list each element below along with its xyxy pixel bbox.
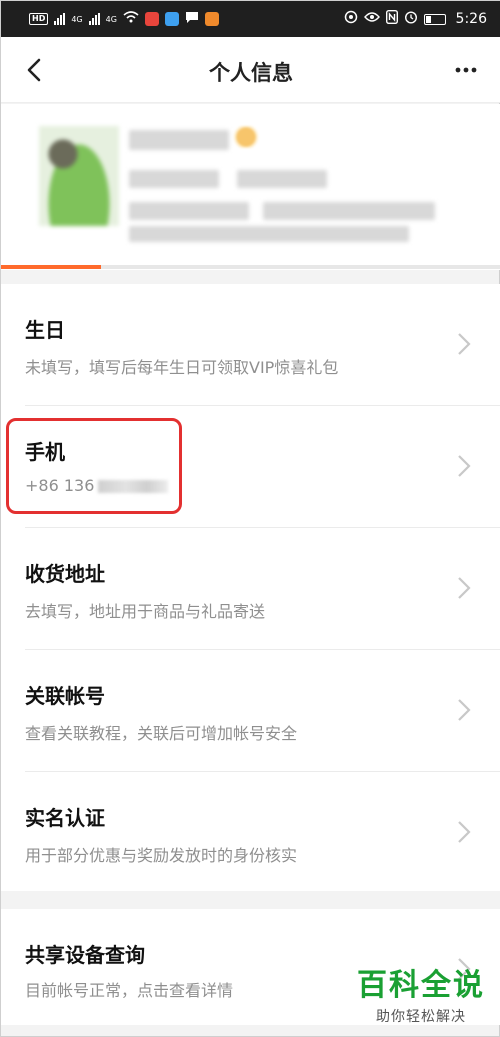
message-icon — [185, 11, 199, 28]
hd-badge: HD — [29, 13, 49, 25]
watermark-subtitle: 助你轻松解决 — [376, 1009, 466, 1025]
list-item-linked-accounts[interactable]: 关联帐号 查看关联教程，关联后可增加帐号安全 — [1, 650, 500, 772]
list-item-subtitle: 查看关联教程，关联后可增加帐号安全 — [25, 724, 298, 743]
list-item-birthday[interactable]: 生日 未填写，填写后每年生日可领取VIP惊喜礼包 — [1, 284, 500, 406]
watermark: 百科全说 助你轻松解决 — [357, 960, 485, 1026]
info-blurred-2 — [237, 170, 327, 188]
chevron-right-icon — [458, 699, 471, 721]
profile-tab-indicator-fill — [1, 265, 101, 269]
avatar[interactable] — [39, 126, 119, 226]
info-blurred-1 — [129, 170, 219, 188]
highlight-box — [6, 418, 182, 514]
list-item-address[interactable]: 收货地址 去填写，地址用于商品与礼品寄送 — [1, 528, 500, 650]
info-blurred-4 — [263, 202, 435, 220]
list-item-title: 关联帐号 — [25, 684, 105, 708]
status-right: 5:26 — [344, 9, 487, 28]
clock: 5:26 — [455, 11, 487, 27]
section-gap — [1, 891, 500, 909]
list-item-subtitle: 目前帐号正常，点击查看详情 — [25, 981, 234, 1000]
list-item-title: 实名认证 — [25, 806, 105, 830]
battery-icon — [423, 13, 446, 25]
chevron-right-icon — [458, 455, 471, 477]
nav-bar: 个人信息 — [1, 37, 500, 103]
profile-tab-indicator — [1, 265, 500, 269]
network-label: 4G — [71, 14, 83, 24]
nfc-icon — [385, 9, 398, 28]
signal-icon-2 — [88, 13, 100, 25]
alarm-icon — [404, 10, 418, 28]
chevron-right-icon — [458, 577, 471, 599]
page-title: 个人信息 — [209, 61, 293, 85]
list-item-title: 收货地址 — [25, 562, 105, 586]
status-bar: HD 4G 4G 5:26 — [1, 1, 500, 37]
app-notification-icon-2 — [164, 12, 179, 26]
list-item-subtitle: 未填写，填写后每年生日可领取VIP惊喜礼包 — [25, 358, 339, 377]
list-item-subtitle: 用于部分优惠与奖励发放时的身份核实 — [25, 846, 298, 865]
chevron-right-icon — [458, 821, 471, 843]
more-dots-icon — [455, 67, 477, 73]
network-label-2: 4G — [105, 14, 117, 24]
list-item-real-name[interactable]: 实名认证 用于部分优惠与奖励发放时的身份核实 — [1, 772, 500, 891]
list-item-title: 共享设备查询 — [25, 943, 145, 967]
vip-crown-icon — [233, 126, 259, 148]
watermark-title: 百科全说 — [357, 968, 485, 1003]
username-blurred — [129, 130, 229, 150]
signal-icon — [54, 13, 66, 25]
eye-icon — [363, 11, 380, 27]
app-notification-icon — [144, 12, 159, 26]
wifi-icon — [123, 11, 139, 27]
app-notification-icon-3 — [204, 12, 219, 26]
chevron-right-icon — [458, 333, 471, 355]
more-button[interactable] — [451, 57, 481, 83]
list-item-subtitle: 去填写，地址用于商品与礼品寄送 — [25, 602, 266, 621]
info-blurred-3 — [129, 202, 249, 220]
status-left: HD 4G 4G — [29, 11, 219, 28]
info-blurred-5 — [129, 226, 409, 242]
list-item-title: 生日 — [25, 318, 65, 342]
sync-icon — [344, 10, 358, 28]
